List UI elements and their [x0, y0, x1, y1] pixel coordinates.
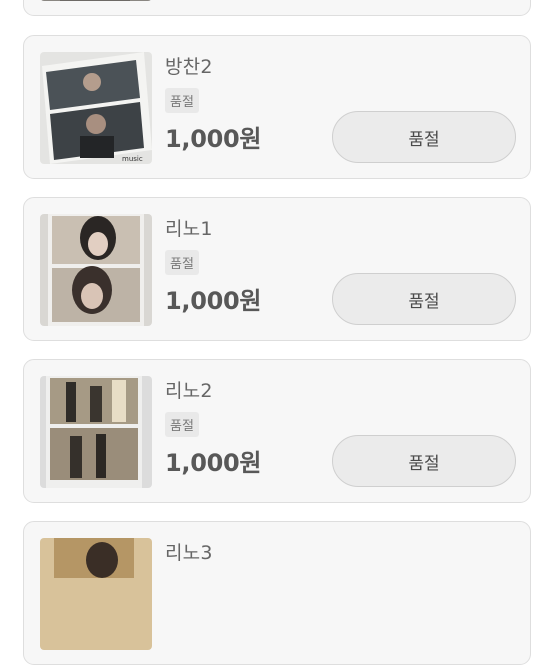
- status-badge: 품절: [165, 250, 199, 275]
- product-price: 1,000원: [165, 449, 262, 477]
- status-badge: 품절: [165, 412, 199, 437]
- status-badge: 품절: [165, 88, 199, 113]
- product-name: 방찬2: [165, 56, 213, 78]
- product-name: 리노2: [165, 380, 213, 402]
- product-price: 1,000원: [165, 125, 262, 153]
- product-card[interactable]: [23, 0, 531, 16]
- sold-out-button[interactable]: 품절: [332, 111, 516, 163]
- product-card[interactable]: 리노3: [23, 521, 531, 665]
- product-name: 리노1: [165, 218, 213, 240]
- product-card[interactable]: 리노1 품절 1,000원 품절: [23, 197, 531, 341]
- product-price: 1,000원: [165, 287, 262, 315]
- product-photo: [40, 0, 152, 1]
- sold-out-button[interactable]: 품절: [332, 435, 516, 487]
- product-card[interactable]: music 방찬2 품절 1,000원 품절: [23, 35, 531, 179]
- product-name: 리노3: [165, 542, 213, 564]
- product-photo: music: [40, 52, 152, 164]
- product-photo: [40, 214, 152, 326]
- svg-text:music: music: [122, 155, 143, 163]
- product-card[interactable]: 리노2 품절 1,000원 품절: [23, 359, 531, 503]
- product-photo: [40, 376, 152, 488]
- sold-out-button[interactable]: 품절: [332, 273, 516, 325]
